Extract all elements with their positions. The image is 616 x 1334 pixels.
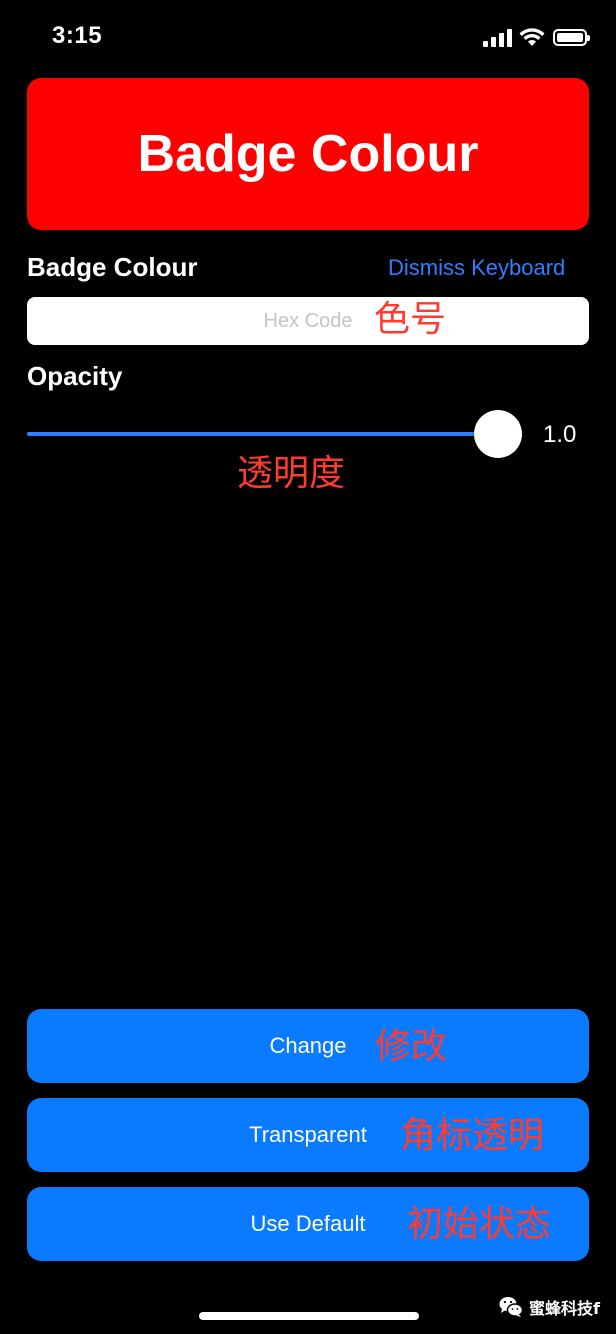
- slider-thumb[interactable]: [474, 410, 522, 458]
- hex-code-input[interactable]: [27, 297, 589, 345]
- status-bar: 3:15: [0, 0, 616, 76]
- badge-colour-label: Badge Colour: [27, 252, 198, 282]
- use-default-button[interactable]: Use Default 初始状态: [27, 1187, 589, 1261]
- slider-track: [27, 432, 497, 436]
- dismiss-keyboard-button[interactable]: Dismiss Keyboard: [388, 255, 565, 281]
- watermark-text: 蜜蜂科技f: [529, 1299, 600, 1318]
- transparent-annotation: 角标透明: [400, 1115, 545, 1156]
- status-time: 3:15: [52, 22, 103, 49]
- change-button-label: Change: [269, 1033, 347, 1058]
- wifi-icon: [519, 28, 545, 46]
- opacity-slider[interactable]: [27, 410, 527, 458]
- watermark: 蜜蜂科技f: [499, 1294, 600, 1320]
- preview-title: Badge Colour: [137, 125, 479, 183]
- cellular-signal-icon: [483, 29, 513, 47]
- opacity-label: Opacity: [27, 361, 123, 391]
- battery-icon: [553, 29, 590, 46]
- hex-code-annotation: 色号: [374, 299, 447, 340]
- home-indicator[interactable]: [199, 1312, 419, 1320]
- change-button[interactable]: Change 修改: [27, 1009, 589, 1083]
- badge-colour-preview: Badge Colour: [27, 78, 589, 230]
- change-annotation: 修改: [375, 1026, 448, 1067]
- opacity-annotation: 透明度: [237, 453, 346, 494]
- transparent-button[interactable]: Transparent 角标透明: [27, 1098, 589, 1172]
- wechat-icon: [499, 1297, 523, 1317]
- use-default-annotation: 初始状态: [407, 1204, 552, 1245]
- opacity-value: 1.0: [543, 421, 577, 448]
